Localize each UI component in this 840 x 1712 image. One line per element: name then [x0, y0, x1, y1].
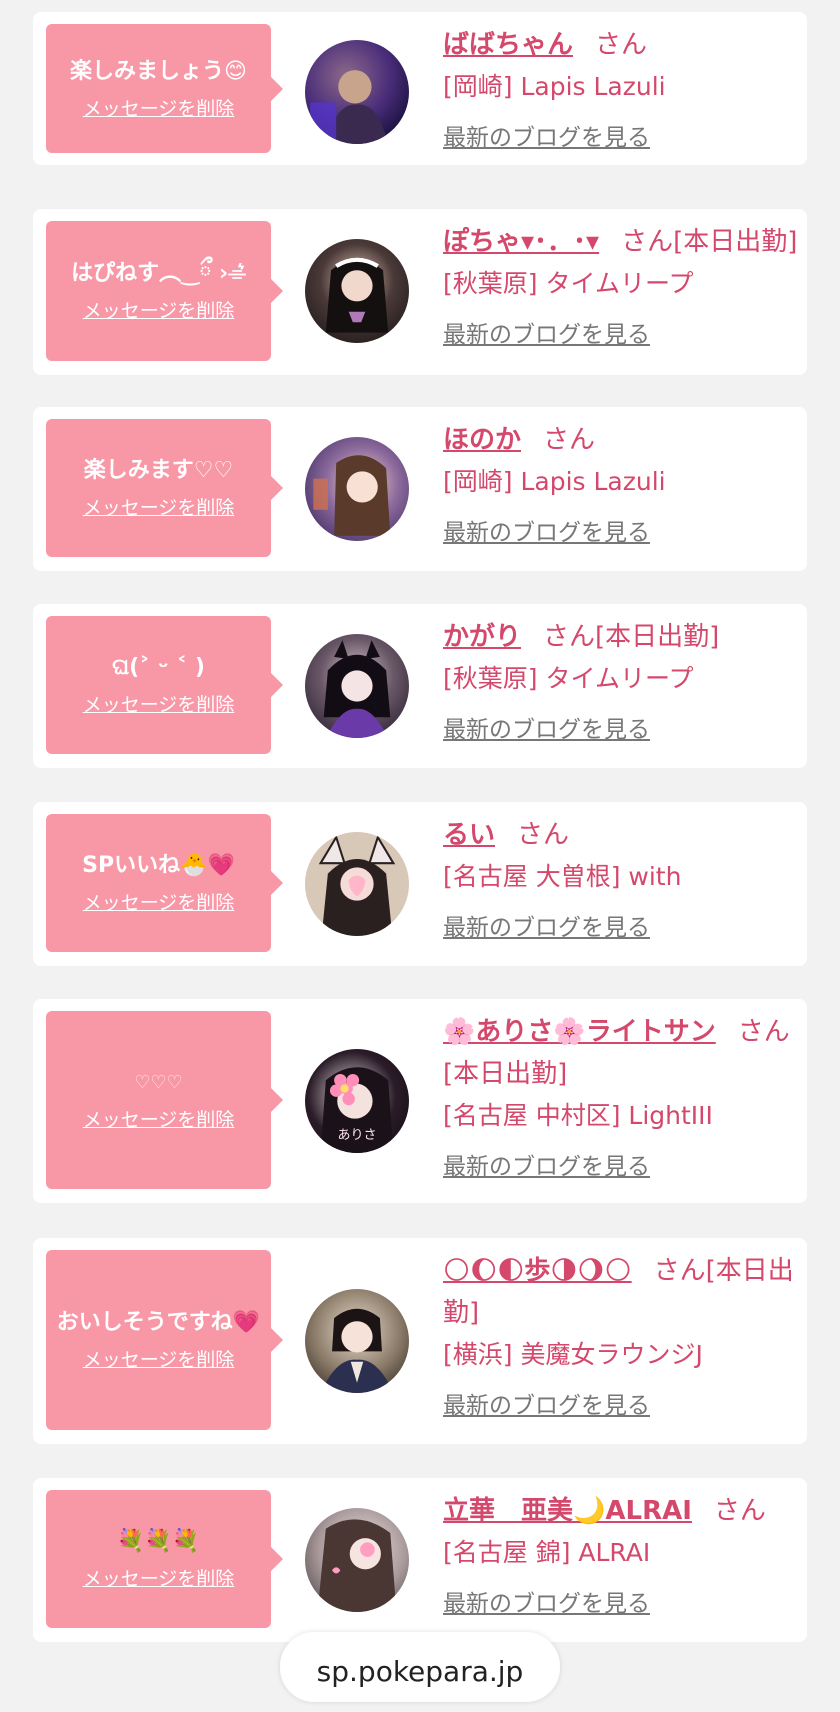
message-text: 楽しみます♡♡: [83, 458, 234, 483]
avatar[interactable]: [305, 634, 409, 738]
cast-name-link[interactable]: ばばちゃん: [443, 30, 573, 60]
cast-name-link[interactable]: 立華 亜美🌙ALRAI: [443, 1496, 692, 1526]
honorific: さん: [543, 622, 596, 652]
message-card: はぴねす︵‿ྀ ›⌯͛ メッセージを削除 ぽちゃ▾･．･▾ さん[本日出勤] [秋…: [33, 209, 807, 375]
status-badge: [本日出勤]: [595, 622, 720, 652]
message-text: 楽しみましょう😊: [70, 58, 247, 84]
latest-blog-link[interactable]: 最新のブログを見る: [443, 1147, 650, 1187]
message-bubble: おいしそうですね💗 メッセージを削除: [46, 1250, 283, 1430]
latest-blog-link[interactable]: 最新のブログを見る: [443, 1584, 650, 1624]
delete-message-link[interactable]: メッセージを削除: [83, 1347, 235, 1373]
shop-name: [名古屋 中村区] LightIII: [443, 1101, 713, 1130]
latest-blog-link[interactable]: 最新のブログを見る: [443, 118, 650, 158]
message-text: SPいいね🐣💗: [82, 853, 235, 878]
shop-name: [秋葉原] タイムリープ: [443, 664, 694, 693]
delete-message-link[interactable]: メッセージを削除: [83, 692, 235, 718]
message-card: ♡♡♡ メッセージを削除 ありさ 🌸ありさ🌸ライトサン さん [本日出勤] [名古屋…: [33, 999, 807, 1203]
message-card: 楽しみます♡♡ メッセージを削除 ほのか さん [岡崎] Lapis Lazuli…: [33, 407, 807, 571]
avatar-photo: [305, 1508, 409, 1612]
shop-name: [名古屋 大曽根] with: [443, 862, 682, 891]
delete-message-link[interactable]: メッセージを削除: [83, 495, 235, 521]
honorific: さん: [653, 1256, 706, 1286]
cast-name-link[interactable]: るい: [443, 820, 495, 850]
honorific: さん: [595, 30, 648, 60]
avatar-photo: [305, 832, 409, 936]
avatar-photo: [305, 634, 409, 738]
latest-blog-link[interactable]: 最新のブログを見る: [443, 513, 650, 553]
message-bubble: SPいいね🐣💗 メッセージを削除: [46, 814, 283, 952]
shop-name: [横浜] 美魔女ラウンジJ: [443, 1340, 703, 1369]
message-text: ଘ(˃ ᵕ ˂ ): [112, 655, 205, 680]
cast-name-link[interactable]: 🌸ありさ🌸ライトサン: [443, 1017, 716, 1047]
message-text: はぴねす︵‿ྀ ›⌯͛: [71, 261, 246, 286]
avatar[interactable]: [305, 1289, 409, 1393]
message-text: 💐💐💐: [117, 1529, 200, 1554]
message-card: SPいいね🐣💗 メッセージを削除 るい さん [名古屋 大曽根] with 最新の…: [33, 802, 807, 966]
honorific: さん: [713, 1496, 766, 1526]
avatar[interactable]: [305, 40, 409, 144]
avatar-photo: [305, 239, 409, 343]
avatar[interactable]: [305, 239, 409, 343]
message-card: ଘ(˃ ᵕ ˂ ) メッセージを削除 かがり さん[本日出勤] [秋葉原] タイム…: [33, 604, 807, 768]
url-bar[interactable]: sp.pokepara.jp: [280, 1632, 560, 1702]
honorific: さん: [621, 227, 674, 257]
message-card: おいしそうですね💗 メッセージを削除 🌕🌔🌓歩🌗🌖🌕 さん[本日出勤] [横浜] …: [33, 1238, 807, 1444]
delete-message-link[interactable]: メッセージを削除: [83, 96, 235, 122]
url-text: sp.pokepara.jp: [316, 1655, 524, 1688]
latest-blog-link[interactable]: 最新のブログを見る: [443, 315, 650, 355]
latest-blog-link[interactable]: 最新のブログを見る: [443, 710, 650, 750]
avatar[interactable]: [305, 832, 409, 936]
message-bubble: ଘ(˃ ᵕ ˂ ) メッセージを削除: [46, 616, 283, 754]
delete-message-link[interactable]: メッセージを削除: [83, 1107, 235, 1133]
cast-name-link[interactable]: かがり: [443, 622, 521, 652]
message-text: おいしそうですね💗: [56, 1310, 261, 1335]
cast-name-link[interactable]: 🌕🌔🌓歩🌗🌖🌕: [443, 1256, 632, 1286]
delete-message-link[interactable]: メッセージを削除: [83, 1566, 235, 1592]
avatar-photo: [305, 1289, 409, 1393]
status-badge: [本日出勤]: [443, 1059, 568, 1089]
avatar[interactable]: [305, 1508, 409, 1612]
avatar[interactable]: [305, 437, 409, 541]
honorific: さん: [517, 820, 570, 850]
message-bubble: はぴねす︵‿ྀ ›⌯͛ メッセージを削除: [46, 221, 283, 361]
latest-blog-link[interactable]: 最新のブログを見る: [443, 908, 650, 948]
cast-name-link[interactable]: ほのか: [443, 425, 521, 455]
avatar-photo: [305, 40, 409, 144]
message-bubble: 💐💐💐 メッセージを削除: [46, 1490, 283, 1628]
avatar-photo: [305, 437, 409, 541]
message-text: ♡♡♡: [134, 1072, 183, 1093]
shop-name: [名古屋 錦] ALRAI: [443, 1538, 651, 1567]
shop-name: [岡崎] Lapis Lazuli: [443, 467, 666, 496]
honorific: さん: [543, 425, 596, 455]
status-badge: [本日出勤]: [673, 227, 798, 257]
shop-name: [秋葉原] タイムリープ: [443, 269, 694, 298]
message-bubble: 楽しみます♡♡ メッセージを削除: [46, 419, 283, 557]
shop-name: [岡崎] Lapis Lazuli: [443, 72, 666, 101]
avatar-caption: ありさ: [337, 1128, 377, 1143]
delete-message-link[interactable]: メッセージを削除: [83, 298, 235, 324]
cast-name-link[interactable]: ぽちゃ▾･．･▾: [443, 227, 599, 257]
message-bubble: ♡♡♡ メッセージを削除: [46, 1011, 283, 1189]
delete-message-link[interactable]: メッセージを削除: [83, 890, 235, 916]
message-card: 楽しみましょう😊 メッセージを削除 ばばちゃん さん [岡崎] Lapis Laz…: [33, 12, 807, 165]
honorific: さん: [737, 1017, 790, 1047]
message-bubble: 楽しみましょう😊 メッセージを削除: [46, 24, 283, 153]
avatar[interactable]: ありさ: [305, 1049, 409, 1153]
latest-blog-link[interactable]: 最新のブログを見る: [443, 1386, 650, 1426]
message-card: 💐💐💐 メッセージを削除 立華 亜美🌙ALRAI さん [名古屋 錦] ALRAI…: [33, 1478, 807, 1642]
